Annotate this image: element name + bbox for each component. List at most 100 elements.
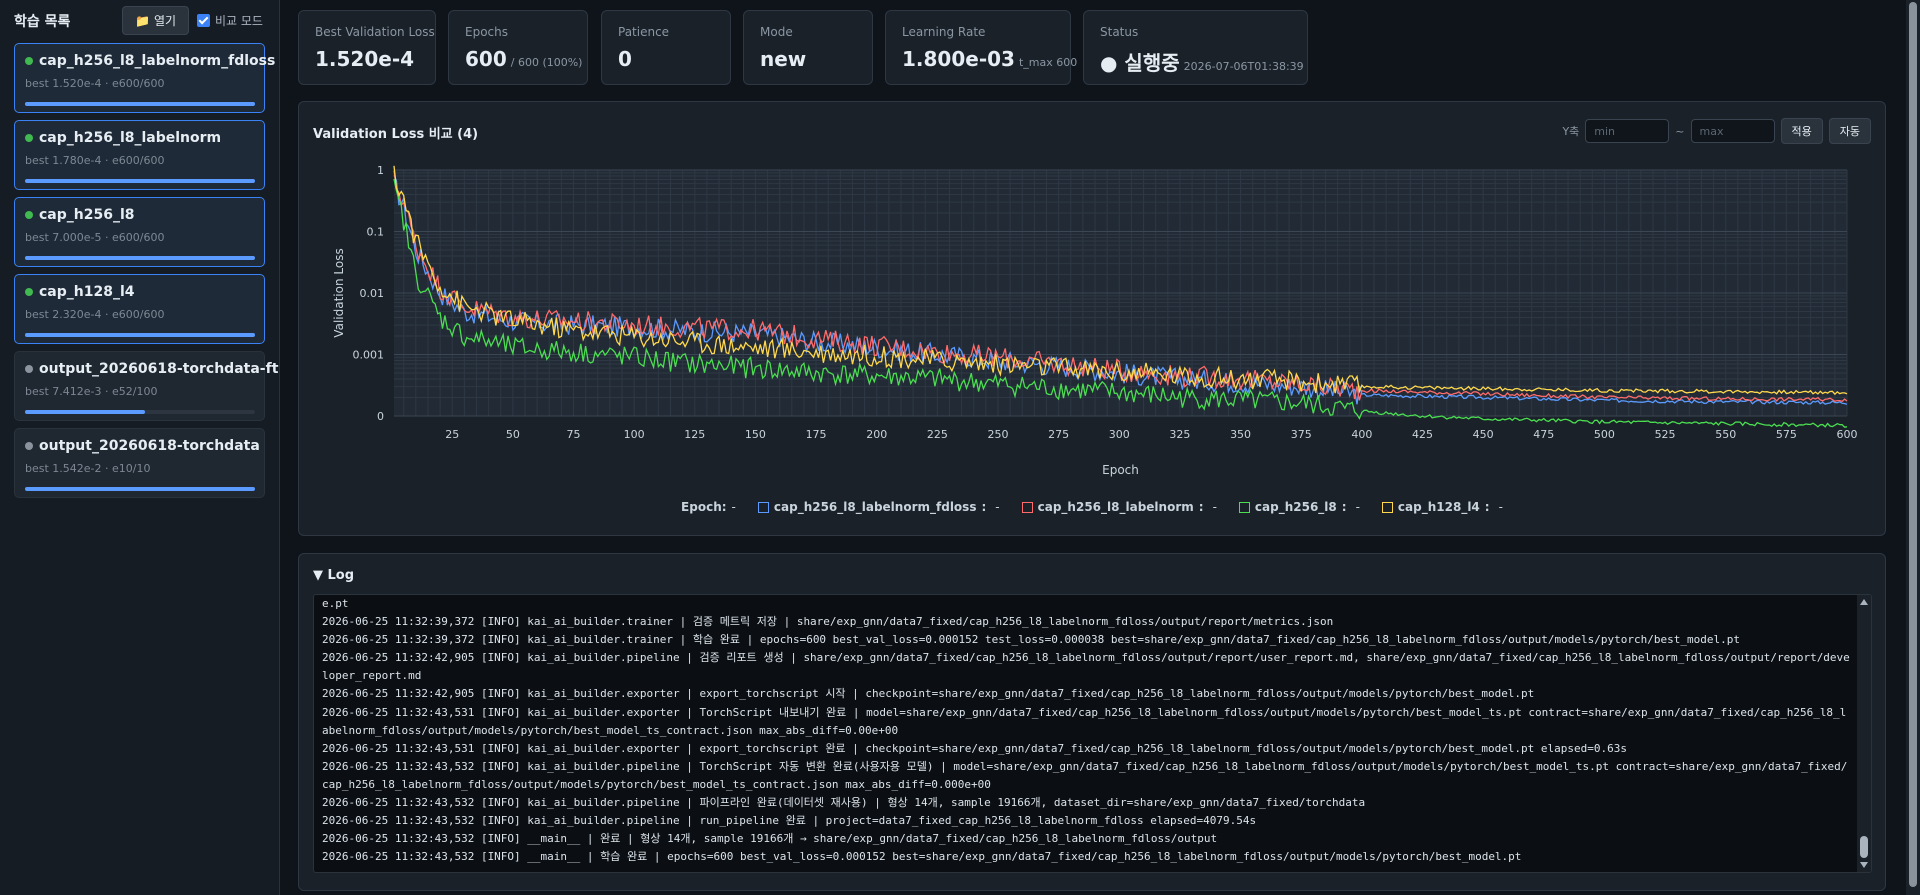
run-progress-fill <box>25 487 255 491</box>
log-line: 2026-06-25 11:32:42,905 [INFO] kai_ai_bu… <box>322 687 1535 701</box>
status-dot-icon <box>25 134 33 142</box>
legend-epoch-label: Epoch: <box>681 500 727 514</box>
page-scrollbar[interactable] <box>1906 0 1920 895</box>
status-dot-icon <box>25 57 33 65</box>
legend-epoch-value: - <box>731 500 736 514</box>
run-card[interactable]: cap_h128_l4best 2.320e-4 · e600/600 <box>14 274 265 344</box>
sidebar: 학습 목록 📁 열기 비교 모드 cap_h256_l8_labelnorm_f… <box>0 0 280 895</box>
open-button[interactable]: 📁 열기 <box>122 6 190 35</box>
stat-main: 600 <box>465 47 507 71</box>
run-card[interactable]: cap_h256_l8 best 7.000e-5 · e600/600 <box>14 197 265 267</box>
x-tick-label: 575 <box>1776 428 1797 441</box>
open-button-label: 열기 <box>153 14 177 28</box>
y-tick-label: 0.001 <box>353 349 385 362</box>
stat-value: 600/ 600 (100%) <box>465 47 582 71</box>
y-tick-label: 1 <box>377 164 384 177</box>
stat-value: 0 <box>618 47 632 71</box>
legend-separator: : <box>981 500 987 514</box>
stat-label: Learning Rate <box>902 25 986 39</box>
run-progress <box>25 333 255 337</box>
stat-sub: 2026-07-06T01:38:39 <box>1183 60 1304 73</box>
status-dot-icon <box>25 211 33 219</box>
legend-item[interactable]: cap_h256_l8_labelnorm_fdloss: - <box>757 500 1000 514</box>
legend-item[interactable]: cap_h256_l8: - <box>1238 500 1360 514</box>
apply-button[interactable]: 적용 <box>1780 118 1823 144</box>
y-tick-label: 0 <box>377 410 384 423</box>
run-card[interactable]: output_20260618-torchdata-ftbest 7.412e-… <box>14 351 278 421</box>
ymin-input[interactable] <box>1585 119 1670 143</box>
log-toggle[interactable]: ▼ Log <box>313 568 354 583</box>
log-line: 2026-06-25 11:32:43,531 [INFO] kai_ai_bu… <box>322 741 1628 755</box>
legend-series-name: cap_h256_l8 <box>1254 500 1337 514</box>
run-card[interactable]: cap_h256_l8_labelnorm_fdloss best 1.520e-… <box>14 43 275 113</box>
x-tick-label: 425 <box>1412 428 1433 441</box>
legend-item[interactable]: cap_h128_l4: - <box>1381 500 1503 514</box>
log-line: 2026-06-25 11:32:39,372 [INFO] kai_ai_bu… <box>322 615 1334 629</box>
run-name: cap_h128_l4 <box>25 284 135 300</box>
compare-mode-toggle[interactable]: 비교 모드 <box>197 12 263 29</box>
run-meta: best 7.412e-3 · e52/100 <box>25 385 158 398</box>
stat-sub: / 600 (100%) <box>510 56 583 69</box>
run-card[interactable]: output_20260618-torchdatabest 1.542e-2 ·… <box>14 428 265 498</box>
page-scroll-thumb[interactable] <box>1909 2 1917 887</box>
loss-chart: 1 0.1 0.01 0.001 0 25 50 75 100 125 150 175 200 225 25… <box>332 164 1858 477</box>
run-name: output_20260618-torchdata-ft <box>25 361 278 377</box>
stat-value: ● 실행중 2026-07-06T01:38:39 <box>1100 47 1304 76</box>
legend-separator: : <box>1198 500 1204 514</box>
run-name-label: cap_h128_l4 <box>39 284 135 300</box>
status-dot-icon <box>25 365 33 373</box>
x-tick-label: 25 <box>445 428 459 441</box>
run-progress <box>25 179 255 183</box>
run-progress <box>25 256 255 260</box>
stat-value: 1.520e-4 <box>315 47 415 71</box>
x-tick-label: 475 <box>1533 428 1554 441</box>
legend-series-name: cap_h256_l8_labelnorm <box>1037 500 1194 514</box>
x-tick-label: 300 <box>1109 428 1130 441</box>
log-line: 2026-06-25 11:32:42,905 [INFO] kai_ai_bu… <box>322 651 1850 683</box>
sidebar-header: 학습 목록 📁 열기 비교 모드 <box>14 6 266 36</box>
x-tick-label: 275 <box>1048 428 1069 441</box>
range-separator: ~ <box>1675 124 1685 138</box>
run-progress-fill <box>25 333 255 337</box>
stat-status: Status ● 실행중 2026-07-06T01:38:39 <box>1083 10 1308 85</box>
legend-item[interactable]: cap_h256_l8_labelnorm: - <box>1021 500 1217 514</box>
stat-patience: Patience 0 <box>601 10 731 85</box>
stat-label: Best Validation Loss <box>315 25 435 39</box>
scroll-down-icon[interactable] <box>1860 862 1868 868</box>
run-meta: best 1.542e-2 · e10/10 <box>25 462 151 475</box>
run-name: output_20260618-torchdata <box>25 438 260 454</box>
log-panel: ▼ Log e.pt 2026-06-25 11:32:39,372 [INFO]… <box>298 553 1886 891</box>
x-tick-label: 375 <box>1291 428 1312 441</box>
run-meta: best 2.320e-4 · e600/600 <box>25 308 165 321</box>
x-axis-title: Epoch <box>1102 463 1139 477</box>
stat-main: ● 실행중 <box>1100 51 1180 75</box>
log-line: 2026-06-25 11:32:43,532 [INFO] kai_ai_bu… <box>322 814 1257 828</box>
x-tick-label: 50 <box>506 428 520 441</box>
log-scrollbar[interactable] <box>1857 595 1871 872</box>
log-line: 2026-06-25 11:32:39,372 [INFO] kai_ai_bu… <box>322 633 1740 647</box>
legend-swatch-icon <box>757 501 769 513</box>
x-tick-label: 175 <box>806 428 827 441</box>
stat-epochs: Epochs 600/ 600 (100%) <box>448 10 588 85</box>
legend-value: - <box>1212 500 1217 514</box>
run-name-label: cap_h256_l8_labelnorm <box>39 130 222 146</box>
y-tick-label: 0.1 <box>367 226 385 239</box>
x-tick-label: 225 <box>927 428 948 441</box>
auto-button[interactable]: 자동 <box>1828 118 1871 144</box>
stat-label: Mode <box>760 25 793 39</box>
legend-swatch-icon <box>1381 501 1393 513</box>
scroll-up-icon[interactable] <box>1860 599 1868 605</box>
run-card[interactable]: cap_h256_l8_labelnormbest 1.780e-4 · e60… <box>14 120 265 190</box>
log-box[interactable]: e.pt 2026-06-25 11:32:39,372 [INFO] kai_a… <box>313 594 1872 873</box>
x-tick-label: 200 <box>866 428 887 441</box>
log-scroll-thumb[interactable] <box>1860 836 1868 858</box>
run-progress <box>25 410 255 414</box>
ymax-input[interactable] <box>1690 119 1775 143</box>
run-meta: best 1.780e-4 · e600/600 <box>25 154 165 167</box>
x-tick-label: 125 <box>684 428 705 441</box>
legend-epoch: Epoch: - <box>681 500 736 514</box>
compare-mode-checkbox[interactable] <box>197 14 210 27</box>
run-progress <box>25 102 255 106</box>
yaxis-controls: Y축 ~ 적용 자동 <box>1562 118 1871 144</box>
run-name-label: cap_h256_l8 <box>39 207 135 223</box>
